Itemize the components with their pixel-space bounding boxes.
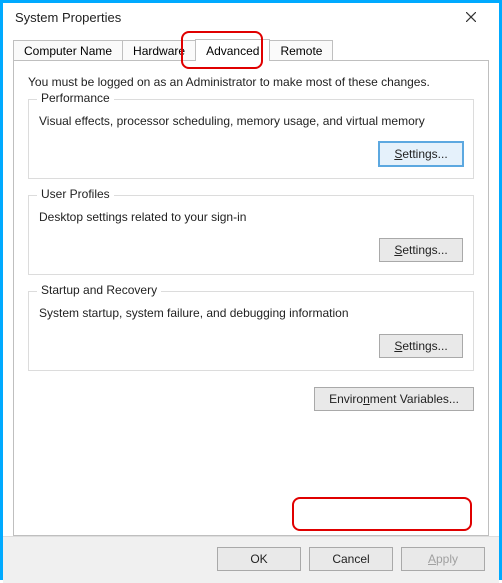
group-startup-recovery: Startup and Recovery System startup, sys… bbox=[28, 291, 474, 371]
group-performance: Performance Visual effects, processor sc… bbox=[28, 99, 474, 179]
mnemonic: S bbox=[394, 147, 402, 161]
dialog-buttons: OK Cancel Apply bbox=[3, 536, 499, 583]
mnemonic: S bbox=[394, 243, 402, 257]
btn-text: ettings... bbox=[402, 147, 447, 161]
close-button[interactable] bbox=[451, 3, 491, 31]
group-user-profiles-legend: User Profiles bbox=[37, 187, 114, 201]
apply-button: Apply bbox=[401, 547, 485, 571]
startup-recovery-settings-button[interactable]: Settings... bbox=[379, 334, 463, 358]
group-performance-body: Visual effects, processor scheduling, me… bbox=[39, 114, 463, 128]
btn-text-prefix: Enviro bbox=[329, 392, 363, 406]
user-profiles-settings-button[interactable]: Settings... bbox=[379, 238, 463, 262]
btn-text: pply bbox=[436, 552, 458, 566]
performance-settings-button[interactable]: Settings... bbox=[379, 142, 463, 166]
tab-advanced[interactable]: Advanced bbox=[195, 39, 270, 61]
tab-remote[interactable]: Remote bbox=[269, 40, 333, 61]
btn-text-rest: ment Variables... bbox=[370, 392, 459, 406]
group-user-profiles-body: Desktop settings related to your sign-in bbox=[39, 210, 463, 224]
tabstrip: Computer Name Hardware Advanced Remote bbox=[13, 37, 489, 61]
mnemonic: A bbox=[428, 552, 436, 566]
btn-text: ettings... bbox=[402, 243, 447, 257]
cancel-button[interactable]: Cancel bbox=[309, 547, 393, 571]
tab-hardware[interactable]: Hardware bbox=[122, 40, 196, 61]
group-startup-recovery-body: System startup, system failure, and debu… bbox=[39, 306, 463, 320]
group-performance-legend: Performance bbox=[37, 91, 114, 105]
admin-note: You must be logged on as an Administrato… bbox=[28, 75, 474, 89]
environment-variables-button[interactable]: Environment Variables... bbox=[314, 387, 474, 411]
mnemonic: n bbox=[363, 392, 370, 406]
mnemonic: S bbox=[394, 339, 402, 353]
btn-text: ettings... bbox=[402, 339, 447, 353]
tab-computer-name[interactable]: Computer Name bbox=[13, 40, 123, 61]
tab-panel-advanced: You must be logged on as an Administrato… bbox=[13, 60, 489, 536]
group-user-profiles: User Profiles Desktop settings related t… bbox=[28, 195, 474, 275]
group-startup-recovery-legend: Startup and Recovery bbox=[37, 283, 161, 297]
window-title: System Properties bbox=[11, 10, 451, 25]
ok-button[interactable]: OK bbox=[217, 547, 301, 571]
titlebar: System Properties bbox=[3, 3, 499, 31]
close-icon bbox=[466, 12, 476, 22]
